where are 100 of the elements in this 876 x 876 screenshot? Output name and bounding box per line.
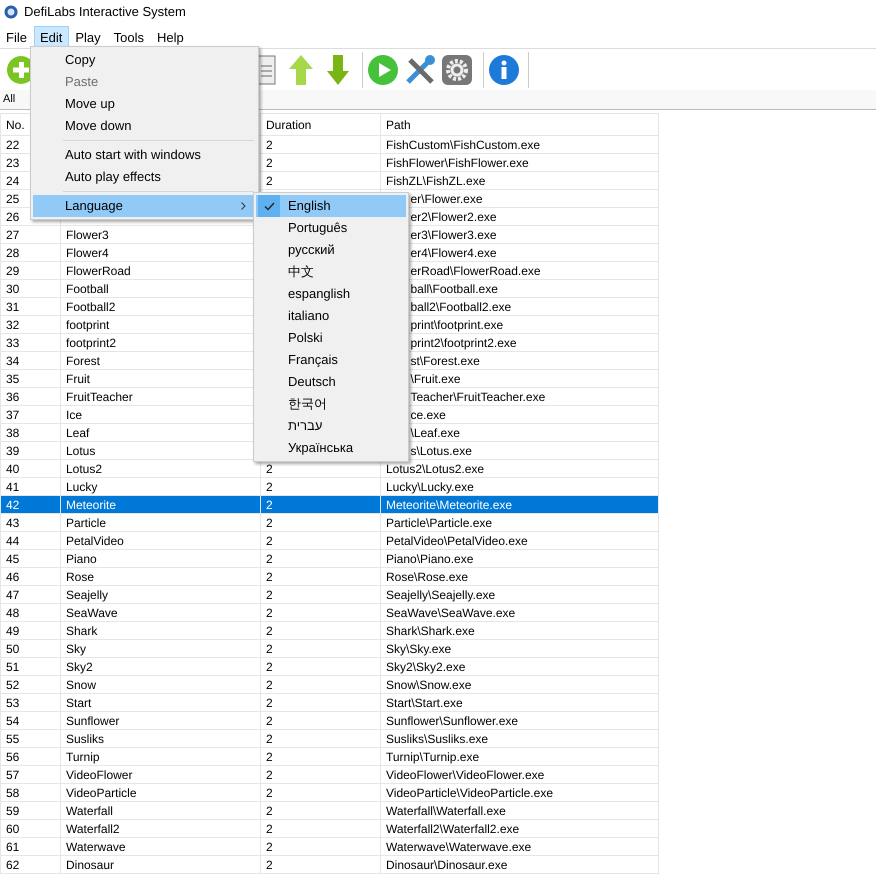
table-cell: Lotus2: [66, 462, 102, 476]
table-cell: 2: [266, 156, 273, 170]
table-cell: Susliks: [66, 732, 104, 746]
table-cell: 54: [6, 714, 20, 728]
table-cell: Start: [66, 696, 92, 710]
table-cell: Turnip\Turnip.exe: [386, 750, 480, 764]
table-cell: SeaWave: [66, 606, 118, 620]
table-cell: Football2: [66, 300, 116, 314]
table-cell: 36: [6, 390, 20, 404]
table-cell: 2: [266, 660, 273, 674]
table-cell: print\footprint.exe: [410, 318, 504, 332]
table-cell: Sky2: [66, 660, 93, 674]
column-header[interactable]: Path: [386, 118, 411, 132]
table-cell: er\Flower.exe: [410, 192, 483, 206]
table-cell: 2: [266, 732, 273, 746]
table-cell: 48: [6, 606, 20, 620]
table-cell: 60: [6, 822, 20, 836]
table-cell: FishZL\FishZL.exe: [386, 174, 486, 188]
table-cell: 49: [6, 624, 20, 638]
table-cell: Lucky\Lucky.exe: [386, 480, 474, 494]
menu-item[interactable]: 한국어: [288, 394, 327, 414]
menu-item[interactable]: Help: [151, 26, 191, 48]
table-cell: Waterwave: [66, 840, 126, 854]
menu-item[interactable]: Move up: [33, 93, 256, 115]
table-cell: Football: [66, 282, 109, 296]
table-cell: Rose\Rose.exe: [386, 570, 468, 584]
table-cell: Waterfall2: [66, 822, 120, 836]
table-cell: 2: [266, 534, 273, 548]
tools-icon[interactable]: [404, 54, 436, 86]
menu-item[interactable]: Edit: [34, 26, 70, 48]
table-cell: st\Forest.exe: [410, 354, 480, 368]
app-icon: [4, 5, 18, 19]
table-cell: 2: [266, 786, 273, 800]
table-cell: print2\footprint2.exe: [410, 336, 517, 350]
menu-item[interactable]: Українська: [288, 438, 354, 458]
arrow-down-icon[interactable]: [326, 54, 350, 86]
table-cell: Sky\Sky.exe: [386, 642, 452, 656]
table-cell: 2: [266, 624, 273, 638]
table-cell: VideoParticle: [66, 786, 136, 800]
table-cell: VideoFlower: [66, 768, 132, 782]
table-cell: VideoParticle\VideoParticle.exe: [386, 786, 553, 800]
menu-item[interactable]: 中文: [288, 262, 314, 282]
menu-item[interactable]: Tools: [108, 26, 152, 48]
table-cell: Dinosaur\Dinosaur.exe: [386, 858, 508, 872]
table-cell: 2: [266, 606, 273, 620]
table-cell: 2: [266, 480, 273, 494]
table-cell: 57: [6, 768, 20, 782]
menu-item[interactable]: espanglish: [288, 284, 350, 304]
table-cell: 44: [6, 534, 20, 548]
menu-item[interactable]: Move down: [33, 115, 256, 137]
table-cell: 42: [6, 498, 20, 512]
menu-item[interactable]: Português: [288, 218, 348, 238]
table-cell: 32: [6, 318, 20, 332]
document-icon[interactable]: [256, 54, 276, 86]
menu-item[interactable]: Copy: [33, 49, 256, 71]
table-cell: Susliks\Susliks.exe: [386, 732, 488, 746]
menu-item[interactable]: Polski: [288, 328, 323, 348]
menu-item[interactable]: русский: [288, 240, 335, 260]
table-cell: 62: [6, 858, 20, 872]
table-cell: 2: [266, 570, 273, 584]
table-cell: Meteorite\Meteorite.exe: [386, 498, 512, 512]
menu-item[interactable]: Deutsch: [288, 372, 336, 392]
menu-item[interactable]: Français: [288, 350, 338, 370]
menu-item[interactable]: עברית: [288, 416, 322, 436]
table-cell: er2\Flower2.exe: [410, 210, 497, 224]
table-cell: Shark\Shark.exe: [386, 624, 475, 638]
table-cell: 56: [6, 750, 20, 764]
menu-item[interactable]: Language: [33, 195, 256, 217]
gear-icon[interactable]: [441, 54, 473, 86]
table-cell: VideoFlower\VideoFlower.exe: [386, 768, 544, 782]
menu-item[interactable]: Auto play effects: [33, 166, 256, 188]
table-cell: Turnip: [66, 750, 100, 764]
table-cell: Sky2\Sky2.exe: [386, 660, 466, 674]
table-cell: 58: [6, 786, 20, 800]
table-cell: PetalVideo: [66, 534, 124, 548]
table-cell: 2: [266, 588, 273, 602]
table-cell: Waterfall: [66, 804, 113, 818]
table-cell: Waterwave\Waterwave.exe: [386, 840, 532, 854]
table-cell: Teacher\FruitTeacher.exe: [410, 390, 546, 404]
play-icon[interactable]: [367, 54, 399, 86]
table-cell: 50: [6, 642, 20, 656]
table-cell: Particle\Particle.exe: [386, 516, 492, 530]
table-cell: 34: [6, 354, 20, 368]
table-cell: 24: [6, 174, 20, 188]
menu-item[interactable]: Play: [69, 26, 108, 48]
table-cell: Sunflower\Sunflower.exe: [386, 714, 518, 728]
table-cell: 41: [6, 480, 20, 494]
table-cell: 51: [6, 660, 20, 674]
menu-item[interactable]: File: [0, 26, 34, 48]
table-cell: 23: [6, 156, 20, 170]
filter-label[interactable]: All: [3, 91, 16, 108]
table-cell: 39: [6, 444, 20, 458]
table-cell: 2: [266, 714, 273, 728]
table-cell: 45: [6, 552, 20, 566]
menu-item[interactable]: italiano: [288, 306, 330, 326]
info-icon[interactable]: [488, 54, 520, 86]
table-cell: 35: [6, 372, 20, 386]
menu-item[interactable]: Auto start with windows: [33, 144, 256, 166]
table-cell: 30: [6, 282, 20, 296]
table-cell: 2: [266, 498, 273, 512]
